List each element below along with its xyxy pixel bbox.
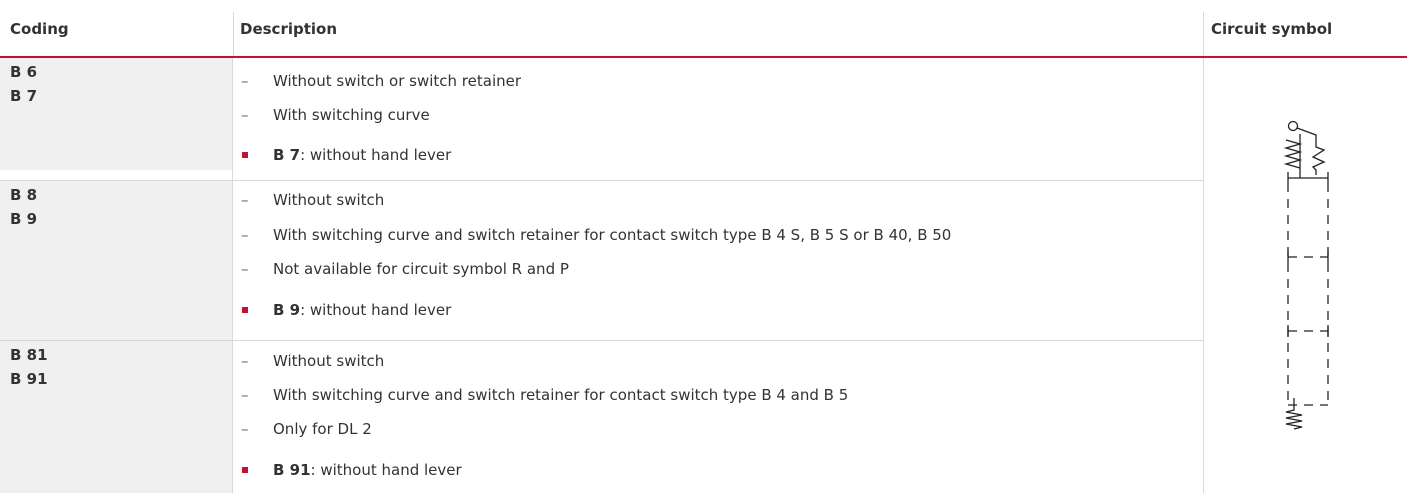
bullet-marker	[242, 152, 248, 158]
dash-marker: –	[241, 386, 249, 404]
coding-cell: B 8 B 9	[0, 181, 232, 341]
item-note: : without hand lever	[310, 461, 462, 479]
header-circuit-symbol: Circuit symbol	[1211, 20, 1333, 38]
list-item: – Without switch or switch retainer	[233, 69, 1203, 93]
dash-marker: –	[241, 420, 249, 438]
item-note: : without hand lever	[300, 146, 452, 164]
item-note: : without hand lever	[300, 301, 452, 319]
item-text: B 9: without hand lever	[273, 298, 451, 322]
dash-marker: –	[241, 226, 249, 244]
item-text: With switching curve and switch retainer…	[273, 386, 849, 404]
list-item: – Only for DL 2	[233, 417, 1203, 441]
list-item: B 7: without hand lever	[233, 143, 1203, 167]
column-separator	[1203, 58, 1204, 493]
coding-value: B 7	[10, 87, 38, 105]
header-separator	[1203, 12, 1204, 56]
description-cell: – Without switch – With switching curve …	[233, 341, 1203, 493]
valve-body	[1287, 183, 1329, 406]
item-text: B 91: without hand lever	[273, 458, 462, 482]
item-text: Not available for circuit symbol R and P	[273, 260, 569, 278]
options-table: Coding Description Circuit symbol B 6 B …	[0, 0, 1407, 493]
bullet-marker	[242, 467, 248, 473]
coding-value: B 6	[10, 63, 38, 81]
item-text: Without switch	[273, 191, 385, 209]
item-bold-code: B 9	[273, 301, 301, 319]
top-spring-icon	[1283, 139, 1303, 169]
dash-marker: –	[241, 260, 249, 278]
bullet-marker	[242, 307, 248, 313]
list-item: – With switching curve and switch retain…	[233, 223, 1203, 247]
coding-value: B 8	[10, 186, 38, 204]
list-item: – With switching curve and switch retain…	[233, 383, 1203, 407]
coding-cell: B 6 B 7	[0, 58, 232, 170]
dash-marker: –	[241, 72, 249, 90]
dash-marker: –	[241, 352, 249, 370]
coding-value: B 81	[10, 346, 48, 364]
item-text: Only for DL 2	[273, 420, 372, 438]
description-cell: – Without switch or switch retainer – Wi…	[233, 58, 1203, 170]
switching-curve	[1296, 127, 1326, 175]
item-text: With switching curve and switch retainer…	[273, 226, 952, 244]
header-separator	[233, 12, 234, 56]
list-item: – Without switch	[233, 349, 1203, 373]
list-item: – With switching curve	[233, 103, 1203, 127]
description-cell: – Without switch – With switching curve …	[233, 181, 1203, 341]
item-bold-code: B 91	[273, 461, 311, 479]
header-coding: Coding	[10, 20, 69, 38]
list-item: – Without switch	[233, 188, 1203, 212]
dash-marker: –	[241, 106, 249, 124]
item-bold-code: B 7	[273, 146, 301, 164]
lever-knob	[1287, 120, 1299, 132]
item-text: Without switch or switch retainer	[273, 72, 522, 90]
coding-value: B 9	[10, 210, 38, 228]
circuit-symbol-cell	[1210, 58, 1407, 493]
list-item: B 91: without hand lever	[233, 458, 1203, 482]
dash-marker: –	[241, 191, 249, 209]
item-text: With switching curve	[273, 106, 430, 124]
valve-circuit-symbol	[1283, 120, 1329, 430]
item-text: B 7: without hand lever	[273, 143, 451, 167]
list-item: – Not available for circuit symbol R and…	[233, 257, 1203, 281]
coding-cell: B 81 B 91	[0, 341, 232, 493]
header-description: Description	[240, 20, 338, 38]
item-text: Without switch	[273, 352, 385, 370]
coding-value: B 91	[10, 370, 48, 388]
bottom-spring-icon	[1285, 398, 1303, 430]
list-item: B 9: without hand lever	[233, 298, 1203, 322]
